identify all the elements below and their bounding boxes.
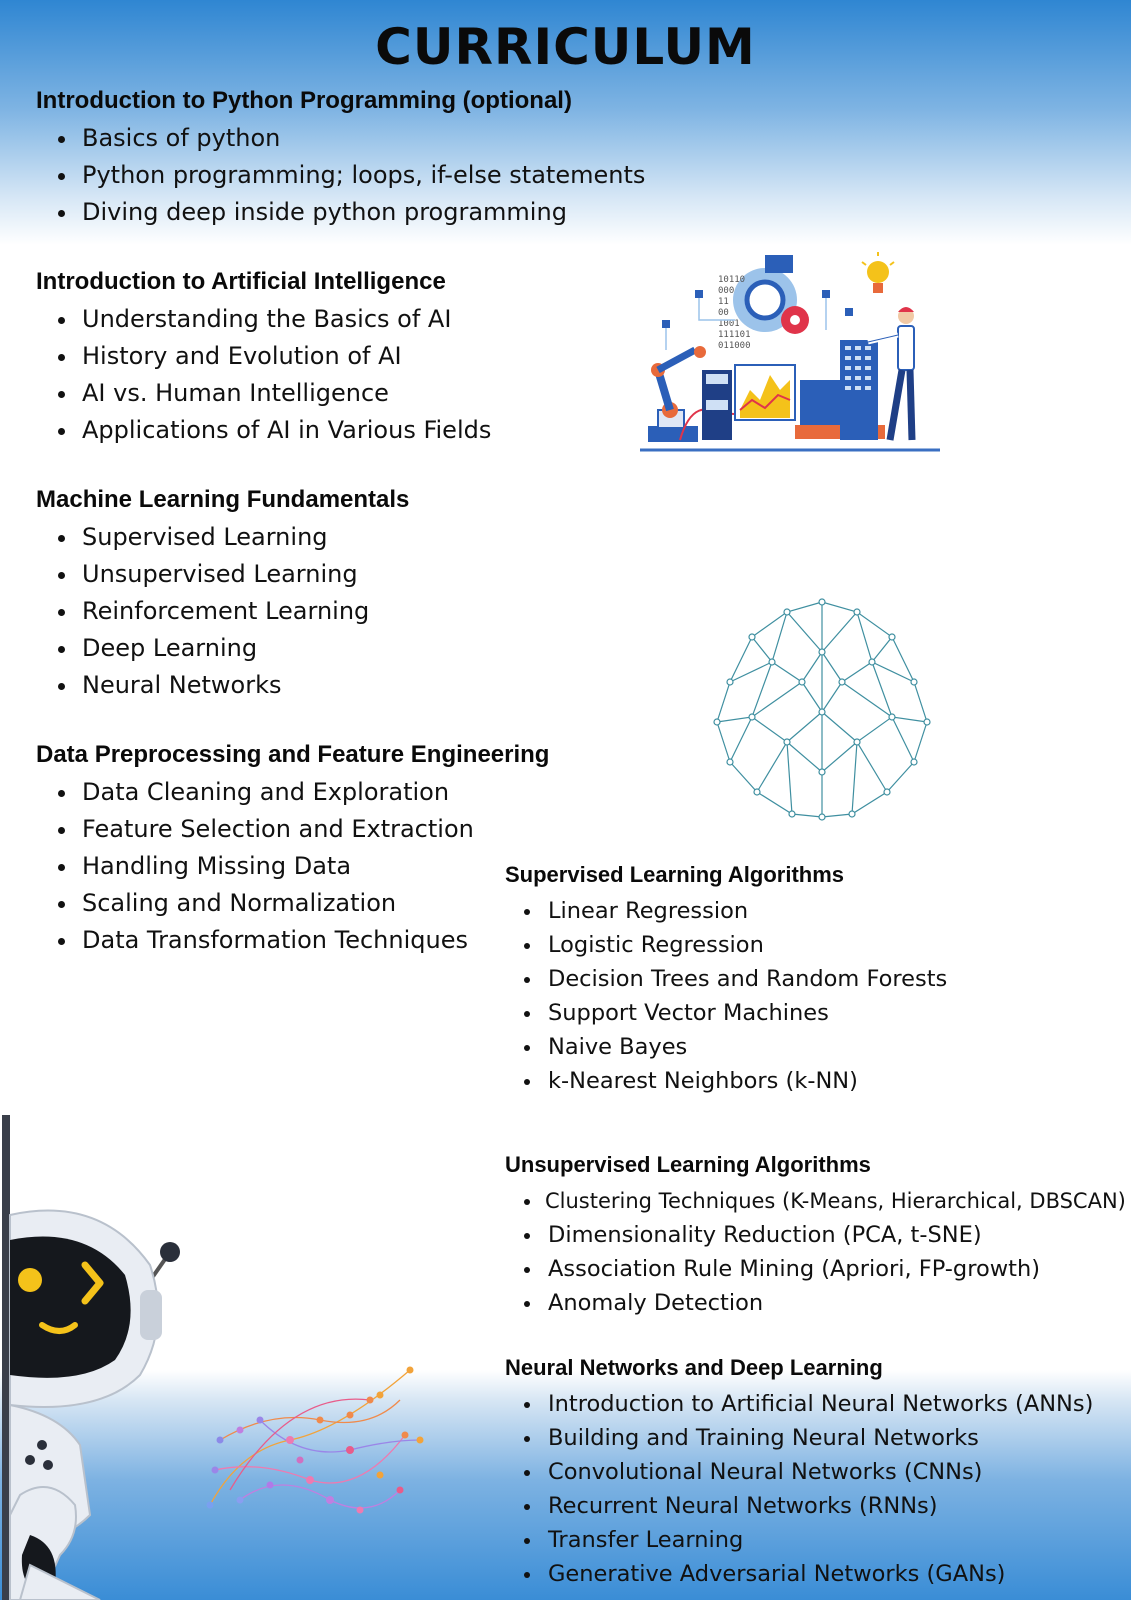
section-heading: Neural Networks and Deep Learning	[505, 1355, 883, 1380]
list-item: Linear Regression	[505, 894, 947, 928]
section-ml-fundamentals: Machine Learning Fundamentals Supervised…	[36, 485, 409, 704]
list-item: Python programming; loops, if-else state…	[36, 157, 645, 194]
section-list: Basics of python Python programming; loo…	[36, 120, 645, 231]
section-list: Introduction to Artificial Neural Networ…	[505, 1387, 1093, 1591]
list-item: Naive Bayes	[505, 1030, 947, 1064]
list-item: Anomaly Detection	[505, 1286, 1126, 1320]
list-item: Data Cleaning and Exploration	[36, 774, 549, 811]
binary-line: 111101	[718, 330, 751, 340]
list-item: Association Rule Mining (Apriori, FP-gro…	[505, 1252, 1126, 1286]
section-heading: Supervised Learning Algorithms	[505, 862, 845, 887]
section-supervised-algorithms: Supervised Learning Algorithms Linear Re…	[505, 860, 947, 1098]
section-list: Supervised Learning Unsupervised Learnin…	[36, 519, 409, 704]
list-item: Diving deep inside python programming	[36, 194, 645, 231]
section-unsupervised-algorithms: Unsupervised Learning Algorithms Cluster…	[505, 1150, 1126, 1320]
list-item: Feature Selection and Extraction	[36, 811, 549, 848]
section-heading: Machine Learning Fundamentals	[36, 486, 410, 513]
ai-technology-illustration: 10110 000 11 00 1001 111101 011000	[640, 252, 940, 452]
section-list: Clustering Techniques (K-Means, Hierarch…	[505, 1184, 1126, 1320]
neural-network-illustration	[206, 1366, 424, 1514]
robot-mascot-illustration	[2, 1115, 180, 1600]
section-neural-networks: Neural Networks and Deep Learning Introd…	[505, 1353, 1093, 1591]
list-item: Building and Training Neural Networks	[505, 1421, 1093, 1455]
section-data-preprocessing: Data Preprocessing and Feature Engineeri…	[36, 740, 549, 959]
list-item: Introduction to Artificial Neural Networ…	[505, 1387, 1093, 1421]
section-list: Data Cleaning and Exploration Feature Se…	[36, 774, 549, 959]
section-list: Linear Regression Logistic Regression De…	[505, 894, 947, 1098]
section-heading: Unsupervised Learning Algorithms	[505, 1152, 871, 1177]
section-heading: Introduction to Artificial Intelligence	[36, 268, 446, 295]
list-item: AI vs. Human Intelligence	[36, 375, 491, 412]
list-item: Basics of python	[36, 120, 645, 157]
list-item: Applications of AI in Various Fields	[36, 412, 491, 449]
list-item: Deep Learning	[36, 630, 409, 667]
list-item: Unsupervised Learning	[36, 556, 409, 593]
list-item: Decision Trees and Random Forests	[505, 962, 947, 996]
list-item: Clustering Techniques (K-Means, Hierarch…	[505, 1184, 1126, 1218]
list-item: Convolutional Neural Networks (CNNs)	[505, 1455, 1093, 1489]
binary-line: 000	[718, 286, 734, 296]
list-item: Neural Networks	[36, 667, 409, 704]
page-title: CURRICULUM	[375, 18, 756, 76]
list-item: Recurrent Neural Networks (RNNs)	[505, 1489, 1093, 1523]
list-item: Data Transformation Techniques	[36, 922, 549, 959]
list-item: Scaling and Normalization	[36, 885, 549, 922]
list-item: Supervised Learning	[36, 519, 409, 556]
section-ai-intro: Introduction to Artificial Intelligence …	[36, 267, 491, 449]
section-list: Understanding the Basics of AI History a…	[36, 301, 491, 449]
binary-line: 10110	[718, 275, 745, 285]
wireframe-brain-icon	[713, 598, 931, 821]
binary-line: 00	[718, 308, 729, 318]
list-item: History and Evolution of AI	[36, 338, 491, 375]
binary-line: 011000	[718, 341, 751, 351]
section-heading: Introduction to Python Programming (opti…	[36, 87, 572, 114]
list-item: k-Nearest Neighbors (k-NN)	[505, 1064, 947, 1098]
list-item: Transfer Learning	[505, 1523, 1093, 1557]
list-item: Handling Missing Data	[36, 848, 549, 885]
section-heading: Data Preprocessing and Feature Engineeri…	[36, 741, 550, 768]
list-item: Dimensionality Reduction (PCA, t-SNE)	[505, 1218, 1126, 1252]
section-python: Introduction to Python Programming (opti…	[36, 86, 645, 231]
binary-line: 11	[718, 297, 729, 307]
list-item: Logistic Regression	[505, 928, 947, 962]
list-item: Reinforcement Learning	[36, 593, 409, 630]
list-item: Support Vector Machines	[505, 996, 947, 1030]
list-item: Understanding the Basics of AI	[36, 301, 491, 338]
list-item: Generative Adversarial Networks (GANs)	[505, 1557, 1093, 1591]
